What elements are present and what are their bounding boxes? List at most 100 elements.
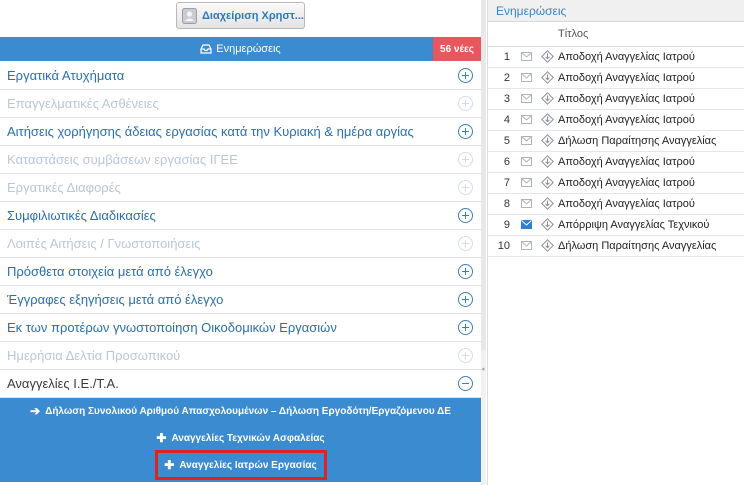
envelope-icon[interactable] (520, 220, 532, 229)
menu-item-ie-ta-announcements[interactable]: Αναγγελίες Ι.Ε./Τ.Α. (0, 370, 481, 398)
envelope-open-icon[interactable] (520, 136, 532, 145)
submenu-footer (0, 478, 481, 482)
download-icon[interactable] (540, 92, 554, 105)
envelope-open-icon[interactable] (520, 157, 532, 166)
table-row[interactable]: 6 Αποδοχή Αναγγελίας Ιατρού (488, 151, 744, 173)
table-row[interactable]: 1 Αποδοχή Αναγγελίας Ιατρού (488, 46, 744, 68)
col-envelope (516, 22, 536, 47)
submenu-label: Δήλωση Συνολικού Αριθμού Απασχολουμένων … (45, 405, 451, 417)
updates-table: Τίτλος 1 Αποδοχή Αναγγελίας Ιατρού 2 Αποδοχ… (488, 22, 744, 257)
table-row[interactable]: 4 Αποδοχή Αναγγελίας Ιατρού (488, 109, 744, 131)
table-row[interactable]: 10 Δήλωση Παραίτησης Αναγγελίας (488, 235, 744, 257)
table-row[interactable]: 3 Αποδοχή Αναγγελίας Ιατρού (488, 88, 744, 110)
updates-panel: Ενημερώσεις Τίτλος 1 Αποδοχή Αναγγελίας Ι… (487, 0, 744, 485)
expand-plus-icon[interactable] (458, 292, 473, 307)
scrollbar-thumb[interactable] (481, 0, 486, 350)
plus-icon: ✚ (164, 458, 175, 472)
splitter-grip-icon[interactable]: ◂ (481, 365, 486, 375)
menu-item-sunday-work-permits[interactable]: Αιτήσεις χορήγησης άδειας εργασίας κατά … (0, 118, 481, 146)
col-num (488, 22, 516, 47)
table-row[interactable]: 8 Αποδοχή Αναγγελίας Ιατρού (488, 193, 744, 215)
row-title: Αποδοχή Αναγγελίας Ιατρού (558, 67, 744, 89)
updates-panel-title: Ενημερώσεις (488, 0, 744, 22)
menu-item-label: Ημερήσια Δελτία Προσωπικού (7, 348, 181, 363)
row-title: Αποδοχή Αναγγελίας Ιατρού (558, 46, 744, 68)
envelope-open-icon[interactable] (520, 199, 532, 208)
users-icon (182, 7, 197, 24)
menu-item-label: Έγγραφες εξηγήσεις μετά από έλεγχο (7, 292, 224, 307)
download-icon[interactable] (540, 155, 554, 168)
services-menu: Εργατικά Ατυχήματα Επαγγελματικές Ασθένε… (0, 62, 481, 482)
expand-plus-icon (458, 348, 473, 363)
left-panel: Διαχείριση Χρηστ... Ενημερώσεις 56 νέες … (0, 0, 481, 485)
menu-item-other-requests: Λοιπές Αιτήσεις / Γνωστοποιήσεις (0, 230, 481, 258)
expand-plus-icon (458, 180, 473, 195)
download-icon[interactable] (540, 176, 554, 189)
row-number: 7 (488, 172, 516, 194)
menu-item-construction-notice[interactable]: Εκ των προτέρων γνωστοποίηση Οικοδομικών… (0, 314, 481, 342)
envelope-open-icon[interactable] (520, 73, 532, 82)
menu-item-additional-info[interactable]: Πρόσθετα στοιχεία μετά από έλεγχο (0, 258, 481, 286)
menu-item-occupational-diseases: Επαγγελματικές Ασθένειες (0, 90, 481, 118)
envelope-open-icon[interactable] (520, 52, 532, 61)
row-title: Αποδοχή Αναγγελίας Ιατρού (558, 193, 744, 215)
download-icon[interactable] (540, 239, 554, 252)
expand-plus-icon (458, 236, 473, 251)
row-title: Αποδοχή Αναγγελίας Ιατρού (558, 172, 744, 194)
row-number: 3 (488, 88, 516, 110)
row-number: 6 (488, 151, 516, 173)
menu-item-label: Συμφιλιωτικές Διαδικασίες (7, 208, 156, 223)
menu-item-label: Αιτήσεις χορήγησης άδειας εργασίας κατά … (7, 124, 414, 139)
download-icon[interactable] (540, 197, 554, 210)
menu-item-written-explanations[interactable]: Έγγραφες εξηγήσεις μετά από έλεγχο (0, 286, 481, 314)
submenu: ➔ Δήλωση Συνολικού Αριθμού Απασχολουμένω… (0, 398, 481, 482)
table-row[interactable]: 5 Δήλωση Παραίτησης Αναγγελίας (488, 130, 744, 152)
download-icon[interactable] (540, 218, 554, 231)
envelope-open-icon[interactable] (520, 178, 532, 187)
download-icon[interactable] (540, 50, 554, 63)
menu-item-label: Εκ των προτέρων γνωστοποίηση Οικοδομικών… (7, 320, 337, 335)
arrow-right-icon: ➔ (30, 404, 41, 418)
col-title[interactable]: Τίτλος (558, 22, 744, 47)
menu-item-conciliation[interactable]: Συμφιλιωτικές Διαδικασίες (0, 202, 481, 230)
row-number: 8 (488, 193, 516, 215)
menu-item-label: Λοιπές Αιτήσεις / Γνωστοποιήσεις (7, 236, 201, 251)
expand-plus-icon (458, 152, 473, 167)
submenu-employee-declaration-button[interactable]: ➔ Δήλωση Συνολικού Αριθμού Απασχολουμένω… (0, 398, 481, 424)
download-icon[interactable] (540, 71, 554, 84)
row-number: 5 (488, 130, 516, 152)
expand-plus-icon[interactable] (458, 68, 473, 83)
row-title: Απόρριψη Αναγγελίας Τεχνικού (558, 214, 744, 236)
row-title: Δήλωση Παραίτησης Αναγγελίας (558, 130, 744, 152)
row-title: Αποδοχή Αναγγελίας Ιατρού (558, 109, 744, 131)
menu-item-daily-staff-reports: Ημερήσια Δελτία Προσωπικού (0, 342, 481, 370)
row-number: 9 (488, 214, 516, 236)
expand-plus-icon[interactable] (458, 208, 473, 223)
new-updates-badge: 56 νέες (433, 37, 481, 61)
menu-item-label: Επαγγελματικές Ασθένειες (7, 96, 159, 111)
submenu-safety-technicians-button[interactable]: ✚ Αναγγελίες Τεχνικών Ασφαλείας (0, 425, 481, 451)
row-number: 1 (488, 46, 516, 68)
envelope-open-icon[interactable] (520, 94, 532, 103)
panel-scrollbar[interactable] (481, 0, 486, 485)
table-row[interactable]: 7 Αποδοχή Αναγγελίας Ιατρού (488, 172, 744, 194)
download-icon[interactable] (540, 113, 554, 126)
download-icon[interactable] (540, 134, 554, 147)
expand-plus-icon[interactable] (458, 124, 473, 139)
user-management-button[interactable]: Διαχείριση Χρηστ... (176, 2, 305, 29)
envelope-open-icon[interactable] (520, 241, 532, 250)
row-number: 4 (488, 109, 516, 131)
menu-item-work-accidents[interactable]: Εργατικά Ατυχήματα (0, 62, 481, 90)
table-row[interactable]: 9 Απόρριψη Αναγγελίας Τεχνικού (488, 214, 744, 236)
expand-plus-icon[interactable] (458, 264, 473, 279)
submenu-occupational-doctors-button[interactable]: ✚ Αναγγελίες Ιατρών Εργασίας (154, 450, 327, 480)
envelope-open-icon[interactable] (520, 115, 532, 124)
inbox-icon (200, 44, 212, 54)
row-title: Δήλωση Παραίτησης Αναγγελίας (558, 235, 744, 257)
table-row[interactable]: 2 Αποδοχή Αναγγελίας Ιατρού (488, 67, 744, 89)
collapse-minus-icon[interactable] (458, 376, 473, 391)
expand-plus-icon[interactable] (458, 320, 473, 335)
menu-item-label: Εργατικά Ατυχήματα (7, 68, 125, 83)
menu-item-label: Αναγγελίες Ι.Ε./Τ.Α. (7, 376, 119, 391)
updates-bar[interactable]: Ενημερώσεις 56 νέες (0, 37, 481, 61)
